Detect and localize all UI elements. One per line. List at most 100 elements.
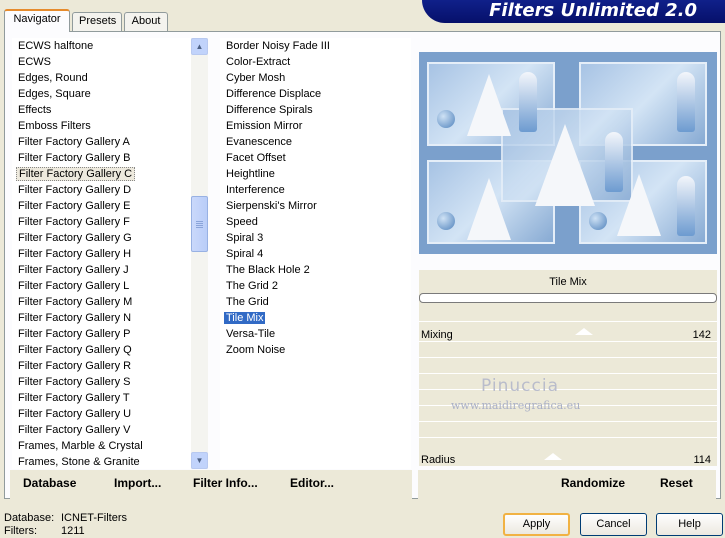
filter-item-label: Interference	[226, 184, 285, 196]
category-item[interactable]: Effects	[12, 102, 191, 118]
category-item-label: Filter Factory Gallery D	[18, 184, 132, 196]
filter-item[interactable]: Tile Mix	[220, 310, 411, 326]
filter-item[interactable]: The Black Hole 2	[220, 262, 411, 278]
database-button[interactable]: Database	[23, 476, 76, 490]
filter-item-label: Difference Displace	[226, 88, 322, 100]
category-item[interactable]: ECWS	[12, 54, 191, 70]
filter-item[interactable]: Sierpenski's Mirror	[220, 198, 411, 214]
filter-item-label: Zoom Noise	[226, 344, 286, 356]
category-item-label: Filter Factory Gallery M	[18, 296, 133, 308]
category-item[interactable]: Emboss Filters	[12, 118, 191, 134]
filter-item[interactable]: Zoom Noise	[220, 342, 411, 358]
category-item[interactable]: Frames, Stone & Granite	[12, 454, 191, 469]
app-banner: Filters Unlimited 2.0	[422, 0, 725, 23]
filter-item-label: The Black Hole 2	[226, 264, 310, 276]
editor-button[interactable]: Editor...	[290, 476, 334, 490]
category-item[interactable]: Filter Factory Gallery A	[12, 134, 191, 150]
filter-item-label: Cyber Mosh	[226, 72, 286, 84]
database-label: Database:	[4, 512, 55, 524]
category-item[interactable]: Filter Factory Gallery N	[12, 310, 191, 326]
filter-info-button[interactable]: Filter Info...	[193, 476, 258, 490]
scroll-thumb[interactable]	[191, 196, 208, 252]
filter-item[interactable]: Color-Extract	[220, 54, 411, 70]
category-item[interactable]: Filter Factory Gallery D	[12, 182, 191, 198]
category-item[interactable]: Filter Factory Gallery P	[12, 326, 191, 342]
category-item-label: Filter Factory Gallery A	[18, 136, 130, 148]
category-item[interactable]: Edges, Square	[12, 86, 191, 102]
category-item[interactable]: Filter Factory Gallery H	[12, 246, 191, 262]
category-item[interactable]: Frames, Marble & Crystal	[12, 438, 191, 454]
category-item-label: Edges, Round	[18, 72, 88, 84]
category-item[interactable]: Filter Factory Gallery S	[12, 374, 191, 390]
category-item[interactable]: Edges, Round	[12, 70, 191, 86]
tab-about[interactable]: About	[124, 12, 168, 31]
slider-mixing[interactable]: Mixing 142	[419, 327, 717, 344]
scroll-down-button[interactable]: ▼	[191, 452, 208, 469]
import-button[interactable]: Import...	[114, 476, 161, 490]
filter-item-label: The Grid 2	[226, 280, 278, 292]
category-item[interactable]: Filter Factory Gallery L	[12, 278, 191, 294]
filter-item[interactable]: Speed	[220, 214, 411, 230]
filter-list[interactable]: Border Noisy Fade III Color-Extract Cyber …	[220, 38, 411, 469]
slider-mixing-value: 142	[692, 329, 711, 341]
category-item[interactable]: Filter Factory Gallery G	[12, 230, 191, 246]
filter-item-label: Sierpenski's Mirror	[226, 200, 317, 212]
filter-item[interactable]: Cyber Mosh	[220, 70, 411, 86]
category-item-label: Filter Factory Gallery B	[18, 152, 131, 164]
category-item[interactable]: Filter Factory Gallery U	[12, 406, 191, 422]
apply-button[interactable]: Apply	[503, 513, 570, 536]
scroll-up-button[interactable]: ▲	[191, 38, 208, 55]
help-button[interactable]: Help	[656, 513, 723, 536]
randomize-button[interactable]: Randomize	[561, 476, 625, 490]
reset-button[interactable]: Reset	[660, 476, 693, 490]
chevron-up-icon: ▲	[195, 42, 204, 51]
filter-item[interactable]: Spiral 4	[220, 246, 411, 262]
category-item[interactable]: Filter Factory Gallery V	[12, 422, 191, 438]
filter-item[interactable]: Difference Spirals	[220, 102, 411, 118]
filter-item-label: Evanescence	[226, 136, 293, 148]
filter-item[interactable]: Facet Offset	[220, 150, 411, 166]
category-item[interactable]: Filter Factory Gallery F	[12, 214, 191, 230]
filter-item[interactable]: The Grid	[220, 294, 411, 310]
filter-item[interactable]: Versa-Tile	[220, 326, 411, 342]
chevron-down-icon: ▼	[195, 456, 204, 465]
category-item-label: Frames, Marble & Crystal	[18, 440, 143, 452]
category-item-label: Filter Factory Gallery E	[18, 200, 131, 212]
category-item[interactable]: Filter Factory Gallery J	[12, 262, 191, 278]
category-item[interactable]: Filter Factory Gallery M	[12, 294, 191, 310]
filter-item-label: Speed	[226, 216, 258, 228]
category-scrollbar[interactable]: ▲ ▼	[191, 38, 208, 469]
filter-item[interactable]: Heightline	[220, 166, 411, 182]
category-item[interactable]: ECWS halftone	[12, 38, 191, 54]
filter-parameters: Tile Mix Mixing 142 Pinuccia www.maidire…	[419, 270, 717, 466]
toolbar: Database Import... Filter Info... Editor…	[4, 470, 721, 499]
tab-presets[interactable]: Presets	[72, 12, 122, 31]
category-item-label: Filter Factory Gallery U	[18, 408, 132, 420]
tab-navigator[interactable]: Navigator	[4, 9, 70, 32]
category-item[interactable]: Filter Factory Gallery T	[12, 390, 191, 406]
filter-name-label: Tile Mix	[549, 276, 587, 288]
filter-item[interactable]: Interference	[220, 182, 411, 198]
category-item-label: Filter Factory Gallery S	[18, 376, 131, 388]
category-item-label: ECWS	[18, 56, 51, 68]
category-item[interactable]: Filter Factory Gallery E	[12, 198, 191, 214]
filter-item[interactable]: Spiral 3	[220, 230, 411, 246]
filters-count-label: Filters:	[4, 525, 37, 537]
filter-item[interactable]: The Grid 2	[220, 278, 411, 294]
filter-item[interactable]: Evanescence	[220, 134, 411, 150]
filter-item[interactable]: Emission Mirror	[220, 118, 411, 134]
category-item[interactable]: Filter Factory Gallery C	[12, 166, 191, 182]
watermark-url: www.maidiregrafica.eu	[451, 399, 581, 412]
cancel-button[interactable]: Cancel	[580, 513, 647, 536]
category-item[interactable]: Filter Factory Gallery R	[12, 358, 191, 374]
category-list[interactable]: ECWS halftone ECWS Edges, Round Edges, Squa…	[12, 38, 191, 469]
filter-item-label: Versa-Tile	[226, 328, 276, 340]
category-item-label: Edges, Square	[18, 88, 91, 100]
category-item[interactable]: Filter Factory Gallery Q	[12, 342, 191, 358]
category-item-label: ECWS halftone	[18, 40, 94, 52]
filter-item[interactable]: Difference Displace	[220, 86, 411, 102]
slider-mixing-thumb[interactable]	[575, 328, 593, 335]
category-item[interactable]: Filter Factory Gallery B	[12, 150, 191, 166]
slider-radius[interactable]: Radius 114	[419, 452, 717, 469]
filter-item[interactable]: Border Noisy Fade III	[220, 38, 411, 54]
